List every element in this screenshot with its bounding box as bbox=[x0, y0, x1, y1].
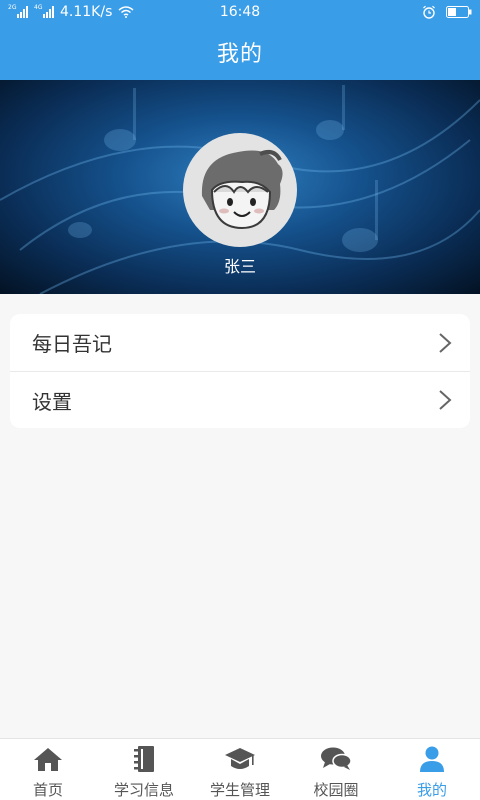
profile-banner: 张三 bbox=[0, 80, 480, 294]
status-bar: 2G 4G 4.11K/s 16:48 bbox=[0, 0, 480, 24]
signal-type-label: 4G bbox=[34, 4, 43, 11]
person-icon bbox=[418, 745, 446, 773]
menu-item-settings[interactable]: 设置 bbox=[10, 371, 470, 428]
chevron-right-icon bbox=[438, 332, 452, 354]
menu-item-label: 设置 bbox=[32, 389, 72, 414]
chat-bubbles-icon bbox=[320, 745, 352, 773]
status-left: 2G 4G 4.11K/s bbox=[8, 4, 134, 20]
net-speed: 4.11K/s bbox=[60, 4, 113, 20]
chevron-right-icon bbox=[438, 389, 452, 411]
alarm-icon bbox=[422, 5, 436, 19]
home-icon bbox=[33, 745, 63, 773]
avatar[interactable] bbox=[183, 133, 297, 247]
status-right bbox=[422, 5, 472, 19]
bottom-nav: 首页 学习信息 学生管理 校园圈 我的 bbox=[0, 738, 480, 800]
nav-item-mine[interactable]: 我的 bbox=[384, 739, 480, 800]
nav-label: 校园圈 bbox=[313, 781, 359, 799]
battery-icon bbox=[446, 6, 472, 18]
nav-item-home[interactable]: 首页 bbox=[0, 739, 96, 800]
username: 张三 bbox=[223, 257, 256, 276]
avatar-image bbox=[201, 150, 283, 230]
menu-item-daily-journal[interactable]: 每日吾记 bbox=[10, 314, 470, 371]
signal-type-label: 2G bbox=[8, 4, 17, 11]
nav-label: 学生管理 bbox=[209, 781, 270, 799]
menu-card: 每日吾记 设置 bbox=[10, 314, 470, 428]
nav-item-campus-circle[interactable]: 校园圈 bbox=[288, 739, 384, 800]
nav-label: 学习信息 bbox=[113, 781, 174, 799]
graduation-cap-icon bbox=[224, 745, 256, 773]
cellular-signal-icon: 2G bbox=[8, 4, 28, 18]
nav-item-study-info[interactable]: 学习信息 bbox=[96, 739, 192, 800]
nav-label: 我的 bbox=[416, 781, 447, 799]
app-header: 我的 bbox=[0, 24, 480, 80]
nav-label: 首页 bbox=[32, 781, 63, 799]
notebook-icon bbox=[132, 745, 156, 773]
wifi-icon bbox=[118, 6, 134, 18]
nav-item-student-management[interactable]: 学生管理 bbox=[192, 739, 288, 800]
menu-item-label: 每日吾记 bbox=[32, 332, 112, 356]
cellular-signal-icon: 4G bbox=[34, 4, 54, 18]
page-title: 我的 bbox=[216, 42, 263, 67]
